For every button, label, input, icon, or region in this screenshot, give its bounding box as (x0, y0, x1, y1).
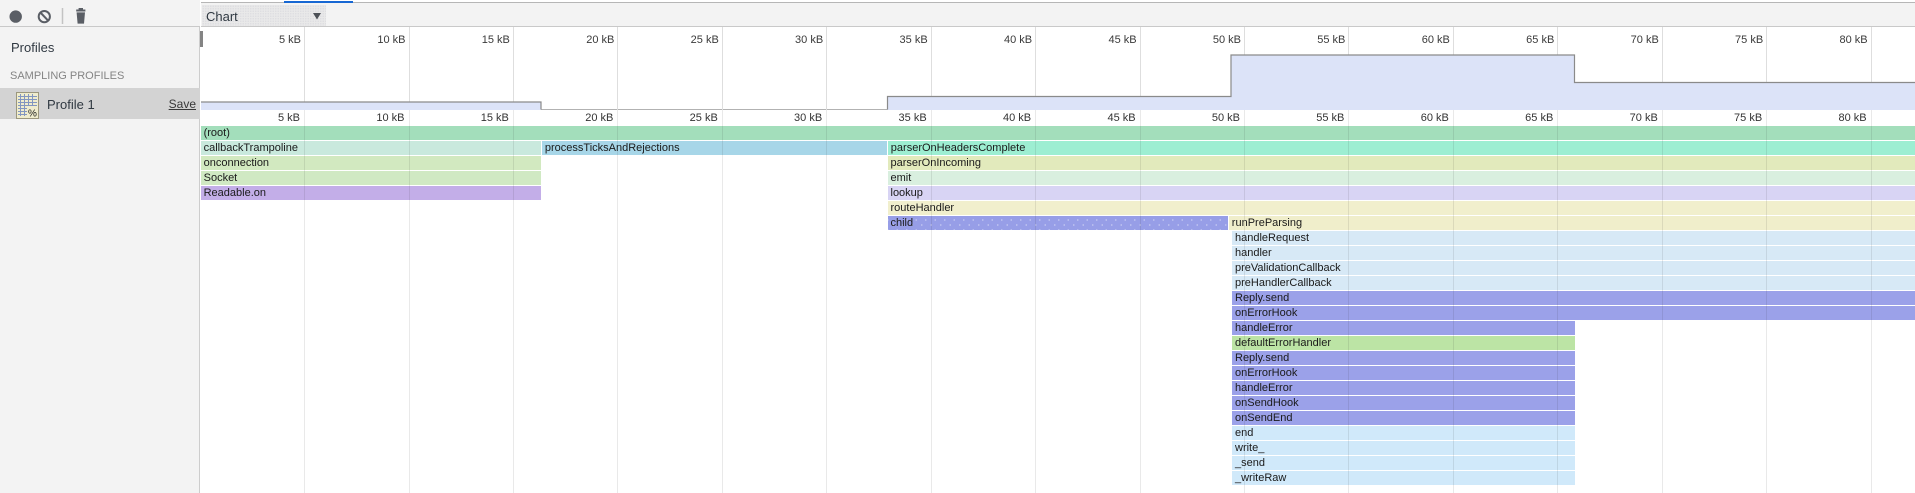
svg-text:%: % (28, 109, 37, 120)
